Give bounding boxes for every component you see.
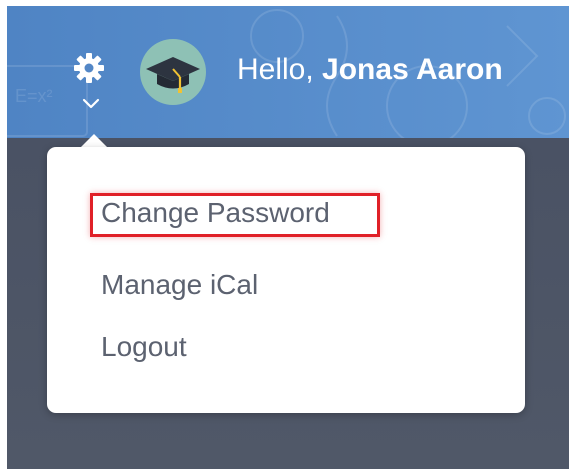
avatar[interactable] [140,39,206,105]
graduation-cap-icon [146,57,200,93]
dropdown-caret [80,134,108,148]
app-frame: E=x² Hello, Jonas Aaron Change Password … [7,6,569,469]
user-greeting: Hello, Jonas Aaron [237,50,503,90]
account-dropdown-menu: Change Password Manage iCal Logout [47,147,525,413]
greeting-prefix: Hello, [237,53,323,86]
chevron-down-icon[interactable] [82,98,100,110]
menu-item-change-password[interactable]: Change Password [101,193,330,233]
top-header: E=x² Hello, Jonas Aaron [7,6,569,138]
gear-icon[interactable] [73,52,105,84]
menu-item-manage-ical[interactable]: Manage iCal [101,265,258,305]
svg-text:E=x²: E=x² [15,86,53,106]
menu-item-logout[interactable]: Logout [101,327,187,367]
user-name: Jonas Aaron [322,53,503,86]
